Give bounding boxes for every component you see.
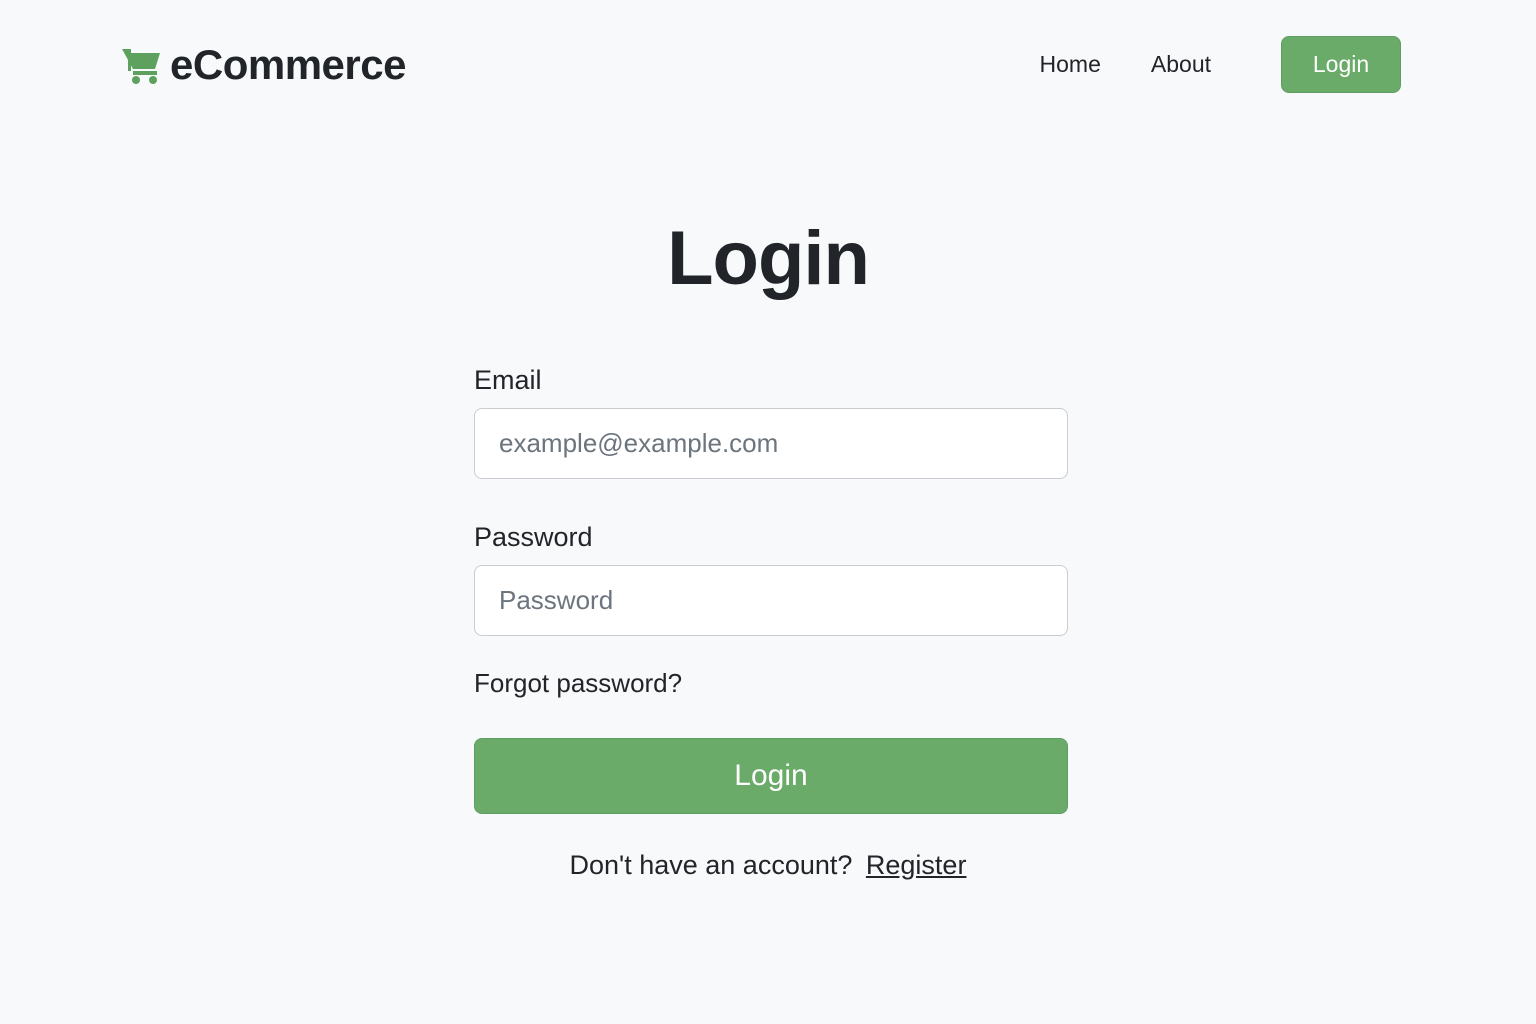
register-link[interactable]: Register: [866, 850, 967, 880]
email-field[interactable]: [474, 408, 1068, 479]
nav-links: Home About Login: [1040, 36, 1401, 93]
brand-logo[interactable]: eCommerce: [120, 40, 406, 90]
register-prompt: Don't have an account? Register: [0, 846, 1536, 884]
forgot-password-link[interactable]: Forgot password?: [474, 666, 682, 700]
login-submit-button[interactable]: Login: [474, 738, 1068, 814]
password-label: Password: [474, 522, 593, 552]
password-field[interactable]: [474, 565, 1068, 636]
login-form: Email Password Forgot password? Login: [474, 362, 1068, 814]
nav-link-about[interactable]: About: [1151, 51, 1211, 78]
shopping-cart-icon: [120, 45, 164, 85]
page-title: Login: [667, 216, 870, 301]
nav-link-home[interactable]: Home: [1040, 51, 1101, 78]
register-prompt-text: Don't have an account?: [569, 850, 853, 880]
brand-name: eCommerce: [170, 41, 406, 88]
nav-login-button[interactable]: Login: [1281, 36, 1401, 93]
email-label: Email: [474, 365, 542, 395]
navbar: eCommerce Home About Login: [0, 0, 1536, 130]
